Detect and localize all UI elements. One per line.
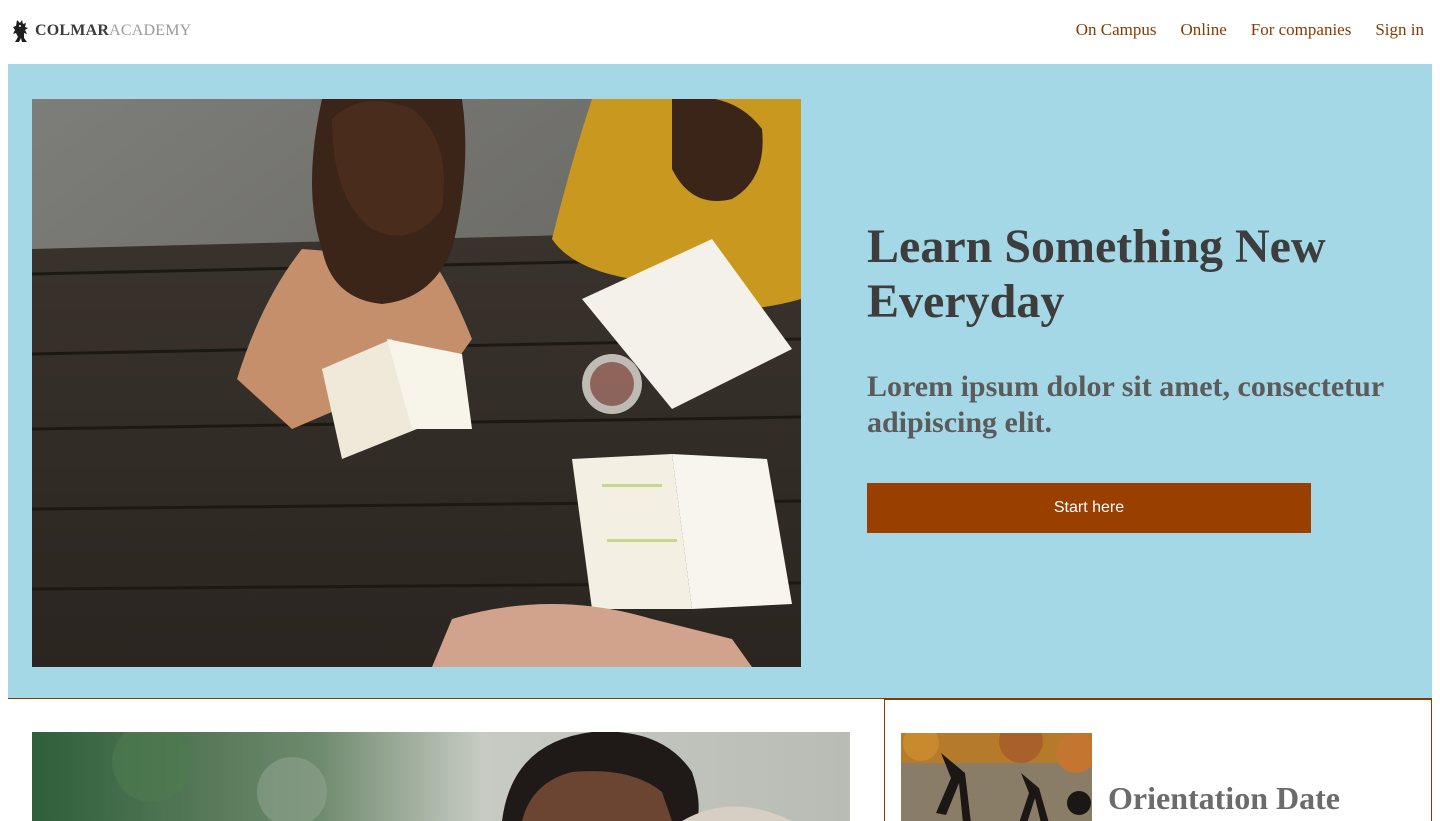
autumn-shadows-photo bbox=[901, 733, 1092, 821]
start-here-button[interactable]: Start here bbox=[867, 483, 1311, 533]
nav-for-companies[interactable]: For companies bbox=[1251, 20, 1352, 40]
site-header: COLMARACADEMY On Campus Online For compa… bbox=[0, 0, 1440, 64]
feature-image bbox=[32, 732, 850, 821]
hero-copy: Learn Something New Everyday Lorem ipsum… bbox=[867, 219, 1407, 533]
nav-on-campus[interactable]: On Campus bbox=[1076, 20, 1157, 40]
student-portrait-photo bbox=[32, 732, 850, 821]
hero-title: Learn Something New Everyday bbox=[867, 220, 1326, 328]
orientation-card[interactable]: Orientation Date bbox=[884, 699, 1432, 821]
griffin-icon bbox=[13, 20, 28, 42]
hero-image bbox=[32, 99, 801, 667]
logo-text: COLMARACADEMY bbox=[35, 22, 191, 40]
hero-section: Learn Something New Everyday Lorem ipsum… bbox=[8, 64, 1432, 699]
logo-text-light: ACADEMY bbox=[109, 22, 192, 39]
nav-sign-in[interactable]: Sign in bbox=[1375, 20, 1424, 40]
logo[interactable]: COLMARACADEMY bbox=[11, 17, 191, 45]
nav-online[interactable]: Online bbox=[1180, 20, 1226, 40]
logo-text-bold: COLMAR bbox=[35, 22, 110, 39]
students-studying-photo bbox=[32, 99, 801, 667]
hero-subtitle: Lorem ipsum dolor sit amet, consectetur … bbox=[867, 370, 1384, 439]
card-title: Orientation Date bbox=[1108, 780, 1340, 816]
card-image bbox=[901, 733, 1092, 821]
main-nav: On Campus Online For companies Sign in bbox=[1076, 20, 1424, 40]
